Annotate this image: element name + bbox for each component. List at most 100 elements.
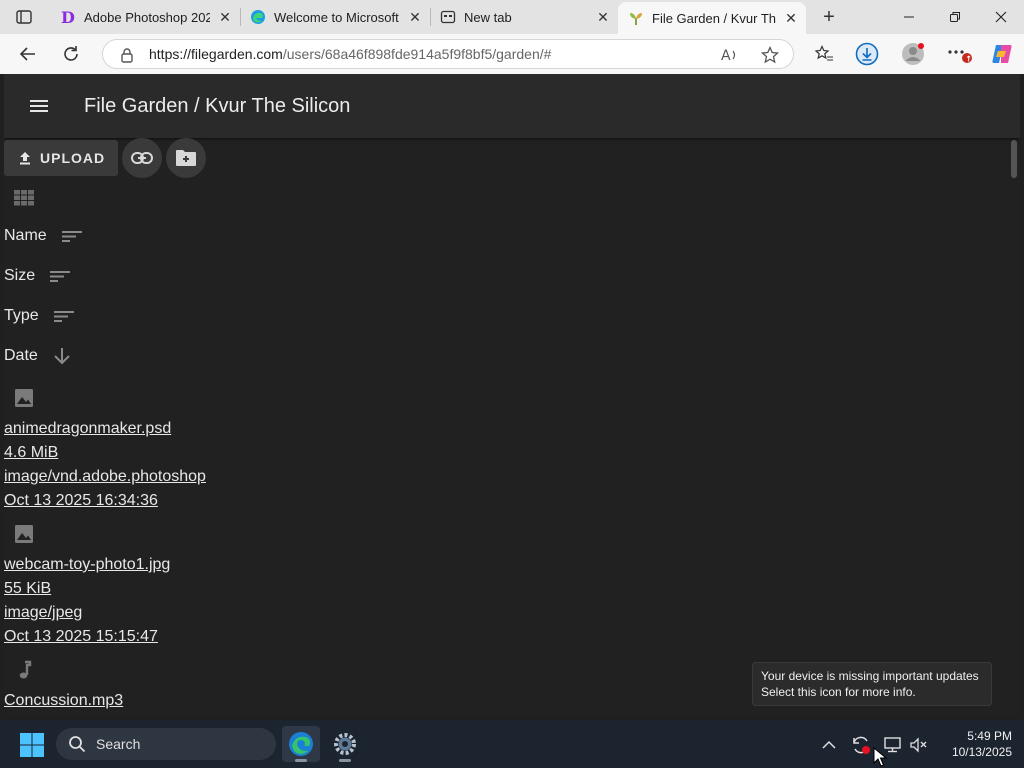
new-tab-button[interactable]: +: [817, 6, 841, 28]
edge-icon: [289, 732, 313, 756]
minimize-button[interactable]: [886, 0, 932, 34]
grid-view-icon[interactable]: [14, 190, 34, 211]
notification-line-2: Select this icon for more info.: [761, 685, 916, 699]
upload-button[interactable]: UPLOAD: [4, 140, 118, 176]
plus-icon: +: [823, 5, 835, 28]
mouse-cursor-icon: [873, 747, 887, 767]
site-info-lock-icon[interactable]: [116, 44, 138, 66]
favorites-button[interactable]: [810, 40, 838, 68]
clock-time: 5:49 PM: [967, 729, 1012, 743]
app-bar: File Garden / Kvur The Silicon: [4, 74, 1020, 138]
downloads-button[interactable]: [853, 40, 881, 68]
profile-button[interactable]: [899, 40, 927, 68]
svg-text:D: D: [61, 9, 75, 25]
search-icon: [68, 735, 86, 753]
sort-label: Name: [4, 227, 47, 244]
svg-text:↑: ↑: [965, 55, 972, 64]
scrollbar-thumb[interactable]: [1011, 140, 1017, 178]
sort-label: Date: [4, 347, 38, 364]
file-name-link[interactable]: Concussion.mp3: [4, 692, 123, 710]
arrow-down-icon: [52, 347, 72, 365]
running-indicator: [295, 759, 307, 762]
sort-label: Size: [4, 267, 36, 284]
url-text: https://filegarden.com/users/68a46f898fd…: [149, 46, 551, 62]
restore-button[interactable]: [932, 0, 978, 34]
filegarden-icon: [628, 10, 644, 26]
update-available-icon: [853, 736, 870, 754]
close-window-button[interactable]: [978, 0, 1024, 34]
hamburger-menu-button[interactable]: [26, 94, 52, 118]
file-size-link[interactable]: 4.6 MiB: [4, 444, 58, 462]
copilot-button[interactable]: [988, 40, 1016, 68]
back-button[interactable]: [13, 40, 43, 68]
browser-toolbar: https://filegarden.com/users/68a46f898fd…: [0, 34, 1024, 74]
sort-lines-icon: [53, 309, 75, 323]
tab-file-garden[interactable]: File Garden / Kvur The Silicon ✕: [618, 2, 806, 34]
windows-logo-icon: [20, 733, 44, 757]
tab-photoshop[interactable]: D Adobe Photoshop 2025 ✕: [50, 0, 240, 34]
download-icon: [855, 42, 879, 66]
taskbar-edge[interactable]: [282, 726, 320, 762]
close-tab-icon[interactable]: ✕: [782, 9, 800, 27]
tab-actions-button[interactable]: [10, 6, 38, 28]
taskbar-clock[interactable]: 5:49 PM 10/13/2025: [936, 728, 1012, 760]
address-bar[interactable]: https://filegarden.com/users/68a46f898fd…: [102, 39, 794, 69]
sort-by-name[interactable]: Name: [4, 224, 83, 248]
close-tab-icon[interactable]: ✕: [594, 8, 612, 26]
favorite-star-icon[interactable]: [759, 44, 781, 66]
sort-by-date[interactable]: Date: [4, 344, 72, 368]
tab-edge-welcome[interactable]: Welcome to Microsoft Edge ✕: [240, 0, 430, 34]
taskbar-search[interactable]: Search: [56, 728, 276, 760]
volume-muted-icon: [910, 737, 927, 753]
clock-date: 10/13/2025: [951, 745, 1012, 759]
file-name-link[interactable]: animedragonmaker.psd: [4, 420, 171, 438]
page-title: File Garden / Kvur The Silicon: [84, 95, 351, 117]
volume-tray-button[interactable]: [908, 734, 930, 756]
tab-new-tab[interactable]: New tab ✕: [430, 0, 618, 34]
sort-lines-icon: [49, 269, 71, 283]
copilot-icon: [992, 45, 1012, 63]
link-button[interactable]: [122, 138, 162, 178]
photoshop-d-icon: D: [60, 9, 76, 25]
image-icon: [14, 524, 34, 549]
start-button[interactable]: [19, 732, 45, 758]
taskbar-settings[interactable]: [326, 726, 364, 762]
refresh-icon: [64, 46, 78, 61]
file-date-link[interactable]: Oct 13 2025 16:34:36: [4, 492, 158, 510]
gear-icon: [334, 733, 356, 755]
file-type-link[interactable]: image/vnd.adobe.photoshop: [4, 468, 206, 486]
read-aloud-icon[interactable]: A: [719, 44, 741, 66]
new-folder-button[interactable]: [166, 138, 206, 178]
tab-title: Adobe Photoshop 2025: [84, 9, 210, 25]
file-name-link[interactable]: webcam-toy-photo1.jpg: [4, 556, 170, 574]
upload-label: UPLOAD: [40, 150, 106, 166]
settings-more-button[interactable]: ↑: [945, 40, 973, 68]
upload-icon: [18, 151, 32, 165]
file-size-link[interactable]: 55 KiB: [4, 580, 51, 598]
avatar: [902, 43, 924, 65]
tab-title: New tab: [464, 9, 512, 25]
url-host: https://filegarden.com: [149, 46, 283, 62]
back-arrow-icon: [19, 47, 35, 61]
tab-actions-icon: [16, 10, 32, 24]
windows-update-tray-button[interactable]: [850, 734, 872, 756]
file-browser: UPLOAD Name Size Type Date animedragonma…: [4, 138, 1010, 716]
page-scrollbar[interactable]: [1010, 140, 1018, 712]
refresh-button[interactable]: [56, 40, 86, 68]
svg-text:A: A: [721, 48, 731, 63]
newtab-icon: [440, 9, 456, 25]
web-page: File Garden / Kvur The Silicon UPLOAD Na…: [4, 74, 1020, 716]
link-icon: [131, 152, 153, 164]
show-hidden-icons-button[interactable]: [818, 734, 840, 756]
taskbar: Search 5:49 PM 10/13/2025: [0, 720, 1024, 768]
hamburger-menu-icon: [30, 100, 48, 112]
image-icon: [14, 388, 34, 413]
sort-by-size[interactable]: Size: [4, 264, 71, 288]
url-path: /users/68a46f898fde914a5f9f8bf5/garden/#: [282, 46, 552, 62]
file-type-link[interactable]: image/jpeg: [4, 604, 82, 622]
sort-by-type[interactable]: Type: [4, 304, 75, 328]
close-tab-icon[interactable]: ✕: [406, 8, 424, 26]
close-tab-icon[interactable]: ✕: [216, 8, 234, 26]
running-indicator: [339, 759, 351, 762]
file-date-link[interactable]: Oct 13 2025 15:15:47: [4, 628, 158, 646]
